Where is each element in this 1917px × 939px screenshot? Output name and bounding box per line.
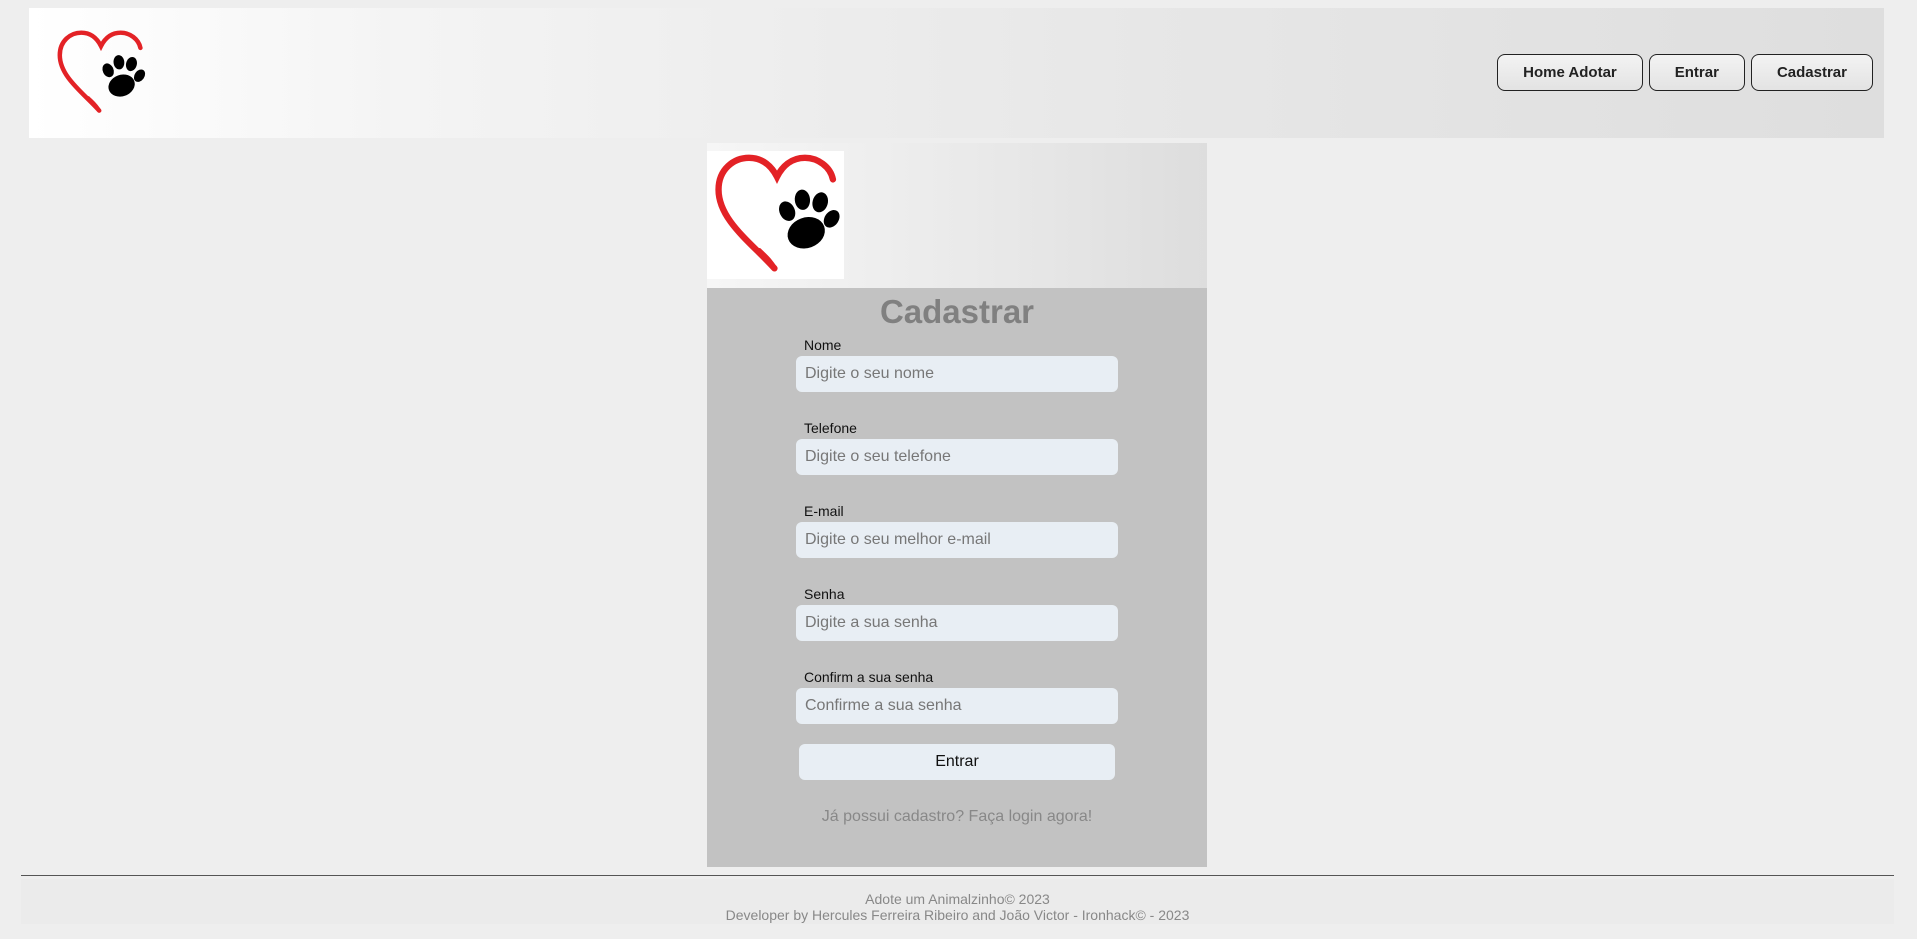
nome-label: Nome [804,337,842,353]
cadastrar-nav-button[interactable]: Cadastrar [1750,54,1873,91]
senha-field-group: Senha [796,585,1118,641]
heart-paw-icon [713,154,841,276]
senha-input[interactable] [796,605,1118,641]
telefone-label: Telefone [804,420,857,436]
form-title: Cadastrar [879,293,1035,330]
telefone-input[interactable] [796,439,1118,475]
card-banner [707,143,1207,288]
register-card: Cadastrar Nome Telefone E-mail Senha Con… [707,143,1207,867]
card-logo [707,151,844,279]
login-link[interactable]: Já possui cadastro? Faça login agora! [707,808,1207,826]
confirm-senha-label: Confirm a sua senha [804,669,934,685]
home-adotar-button[interactable]: Home Adotar [1497,54,1643,91]
entrar-nav-button[interactable]: Entrar [1648,54,1745,91]
footer-line-1: Adote um Animalzinho© 2023 [865,891,1050,907]
email-input[interactable] [796,522,1118,558]
nome-input[interactable] [796,356,1118,392]
register-form: Cadastrar Nome Telefone E-mail Senha Con… [707,288,1207,867]
telefone-field-group: Telefone [796,419,1118,475]
confirm-senha-input[interactable] [796,688,1118,724]
heart-paw-icon[interactable] [51,30,151,116]
top-nav: Home Adotar Entrar Cadastrar [1497,54,1873,91]
senha-label: Senha [804,586,845,602]
email-field-group: E-mail [796,502,1118,558]
nome-field-group: Nome [796,336,1118,392]
footer-divider [21,875,1894,876]
footer: Adote um Animalzinho© 2023 Developer by … [21,879,1894,924]
confirm-senha-field-group: Confirm a sua senha [796,668,1118,724]
entrar-submit-button[interactable]: Entrar [799,744,1115,780]
email-label: E-mail [804,503,844,519]
top-header: Home Adotar Entrar Cadastrar [29,8,1884,138]
footer-line-2: Developer by Hercules Ferreira Ribeiro a… [725,907,1190,923]
